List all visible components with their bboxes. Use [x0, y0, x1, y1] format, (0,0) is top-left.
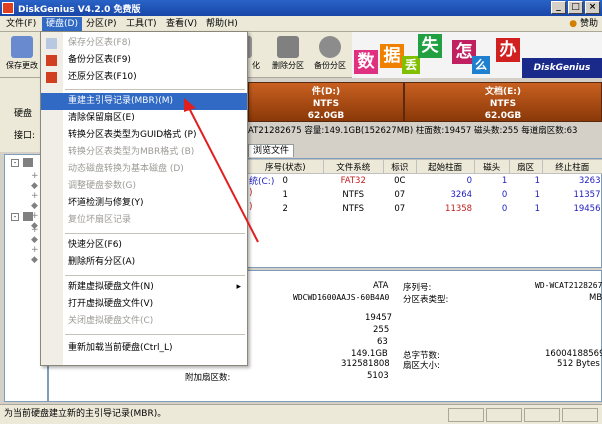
detail-extra-value: 5103 [367, 371, 389, 381]
detail-total-bytes-value: 160041885696 [545, 349, 602, 359]
partition-d[interactable]: 件(D:) NTFS 62.0GB [248, 82, 404, 122]
detail-cylinders: 19457 [365, 313, 393, 323]
minimize-button[interactable]: _ [551, 1, 566, 14]
menu-open-virtual-disk[interactable]: 打开虚拟硬盘文件(V) [41, 296, 247, 313]
status-text: 为当前硬盘建立新的主引导记录(MBR)。 [4, 409, 167, 419]
disk-info-line: AT21282675 容量:149.1GB(152627MB) 柱面数:1945… [248, 126, 578, 136]
col-fs[interactable]: 文件系统 [322, 159, 384, 174]
menu-file[interactable]: 文件(F) [2, 17, 40, 31]
restore-icon [46, 72, 57, 83]
detail-iface: ATA [373, 281, 389, 291]
detail-serial-label: 序列号: [403, 283, 432, 293]
col-end[interactable]: 终止柱面 [541, 159, 602, 174]
menu-tools[interactable]: 工具(T) [122, 17, 161, 31]
detail-sector-size-label: 扇区大小: [403, 361, 440, 371]
menu-disk[interactable]: 硬盘(D) [42, 17, 82, 31]
window-title: DiskGenius V4.2.0 免费版 [18, 5, 141, 15]
menu-backup-partition-table[interactable]: 备份分区表(F9) [41, 52, 247, 69]
tree-expander[interactable]: - [11, 213, 19, 221]
save-icon [11, 36, 33, 58]
col-head[interactable]: 磁头 [473, 159, 510, 174]
submenu-arrow-icon: ▸ [236, 282, 241, 292]
star-icon: ● [569, 19, 578, 29]
disk-label: 硬盘 [14, 109, 33, 119]
col-id[interactable]: 标识 [382, 159, 417, 174]
iface-label: 接口: [14, 131, 36, 141]
table-row[interactable]: 1 NTFS 07 3264 0 1 11357 [248, 188, 602, 202]
annotation-arrow [184, 98, 259, 243]
detail-extra-label: 附加扇区数: [185, 373, 231, 383]
maximize-button[interactable]: □ [568, 1, 583, 14]
menu-view[interactable]: 查看(V) [162, 17, 201, 31]
tree-expander[interactable]: - [11, 159, 19, 167]
menu-bar: 文件(F) 硬盘(D) 分区(P) 工具(T) 查看(V) 帮助(H) ● 赞助 [0, 16, 602, 32]
delete-partition-button[interactable]: 删除分区 [268, 34, 308, 76]
status-bar: 为当前硬盘建立新的主引导记录(MBR)。 [0, 404, 602, 424]
detail-sector-size-value: 512 Bytes [557, 359, 600, 369]
close-button[interactable]: × [585, 1, 600, 14]
detail-heads: 255 [373, 325, 390, 335]
ad-banner[interactable]: 数 据 丢 失 怎 么 办 DiskGenius [352, 32, 602, 78]
detail-capacity: 149.1GB [351, 349, 388, 359]
partition-e[interactable]: 文档(E:) NTFS 62.0GB [404, 82, 602, 122]
menu-save-partition-table[interactable]: 保存分区表(F8) [41, 35, 247, 52]
menu-reload-disk[interactable]: 重新加载当前硬盘(Ctrl_L) [41, 340, 247, 357]
menu-help[interactable]: 帮助(H) [202, 17, 242, 31]
save-icon [46, 38, 57, 49]
app-icon [2, 2, 14, 14]
detail-sectors: 312581808 [341, 359, 390, 369]
detail-model: WDCWD1600AAJS-60B4A0 [293, 293, 390, 302]
backup-icon [319, 36, 341, 58]
menu-delete-all-partitions[interactable]: 删除所有分区(A) [41, 254, 247, 271]
trash-icon [277, 36, 299, 58]
brand-logo: DiskGenius [522, 58, 602, 78]
disk-icon [23, 158, 33, 167]
menu-partition[interactable]: 分区(P) [82, 17, 120, 31]
backup-partition-button[interactable]: 备份分区 [310, 34, 350, 76]
detail-spt: 63 [377, 337, 388, 347]
detail-ptable-value: MBR [589, 293, 602, 303]
menu-close-virtual-disk[interactable]: 关闭虚拟硬盘文件(C) [41, 313, 247, 330]
table-row[interactable]: 2 NTFS 07 11358 0 1 19456 [248, 202, 602, 216]
detail-ptable-label: 分区表类型: [403, 295, 449, 305]
title-bar: DiskGenius V4.2.0 免费版 _ □ × [0, 0, 602, 16]
backup-icon [46, 55, 57, 66]
save-button[interactable]: 保存更改 [2, 34, 42, 76]
menu-restore-partition-table[interactable]: 还原分区表(F10) [41, 69, 247, 86]
col-start[interactable]: 起始柱面 [415, 159, 475, 174]
disk-left-info: 硬盘 接口: [0, 78, 40, 152]
sponsor-link[interactable]: ● 赞助 [569, 17, 598, 31]
menu-new-virtual-disk[interactable]: 新建虚拟硬盘文件(N) ▸ [41, 279, 247, 296]
table-row[interactable]: 0 FAT32 0C 0 1 1 3263 [248, 174, 602, 188]
col-sector[interactable]: 扇区 [508, 159, 543, 174]
detail-serial-value: WD-WCAT2128267 [535, 281, 602, 290]
